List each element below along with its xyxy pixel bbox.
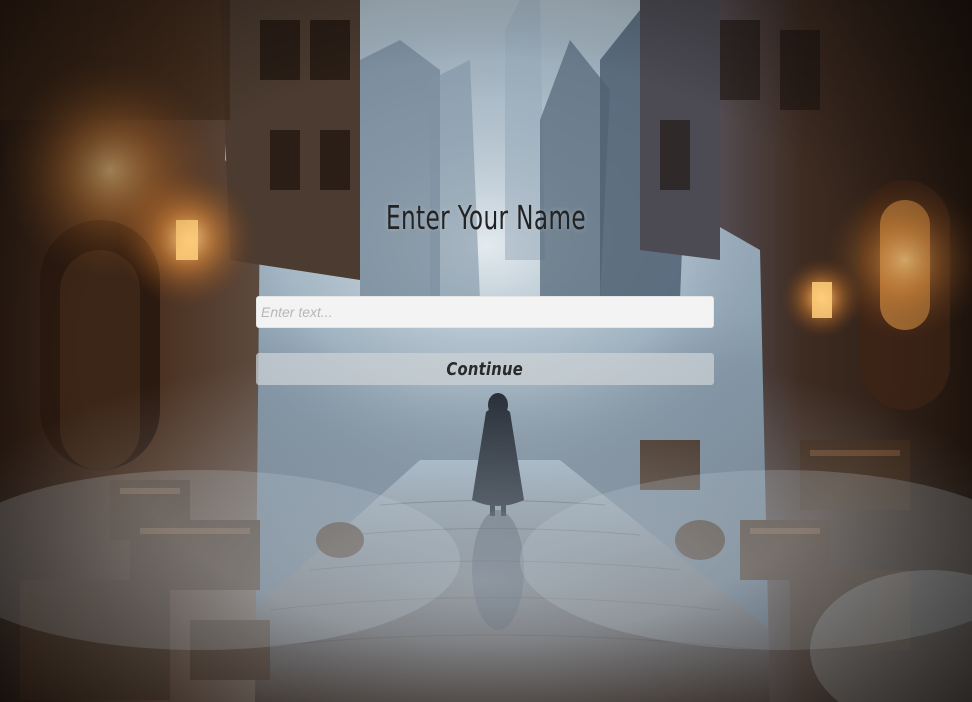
name-input[interactable]: [256, 296, 714, 328]
continue-button[interactable]: Continue: [256, 353, 714, 385]
continue-button-label: Continue: [446, 358, 524, 380]
background-scene: [0, 0, 972, 702]
medieval-alley-illustration: [0, 0, 972, 702]
page-title: Enter Your Name: [385, 198, 587, 237]
